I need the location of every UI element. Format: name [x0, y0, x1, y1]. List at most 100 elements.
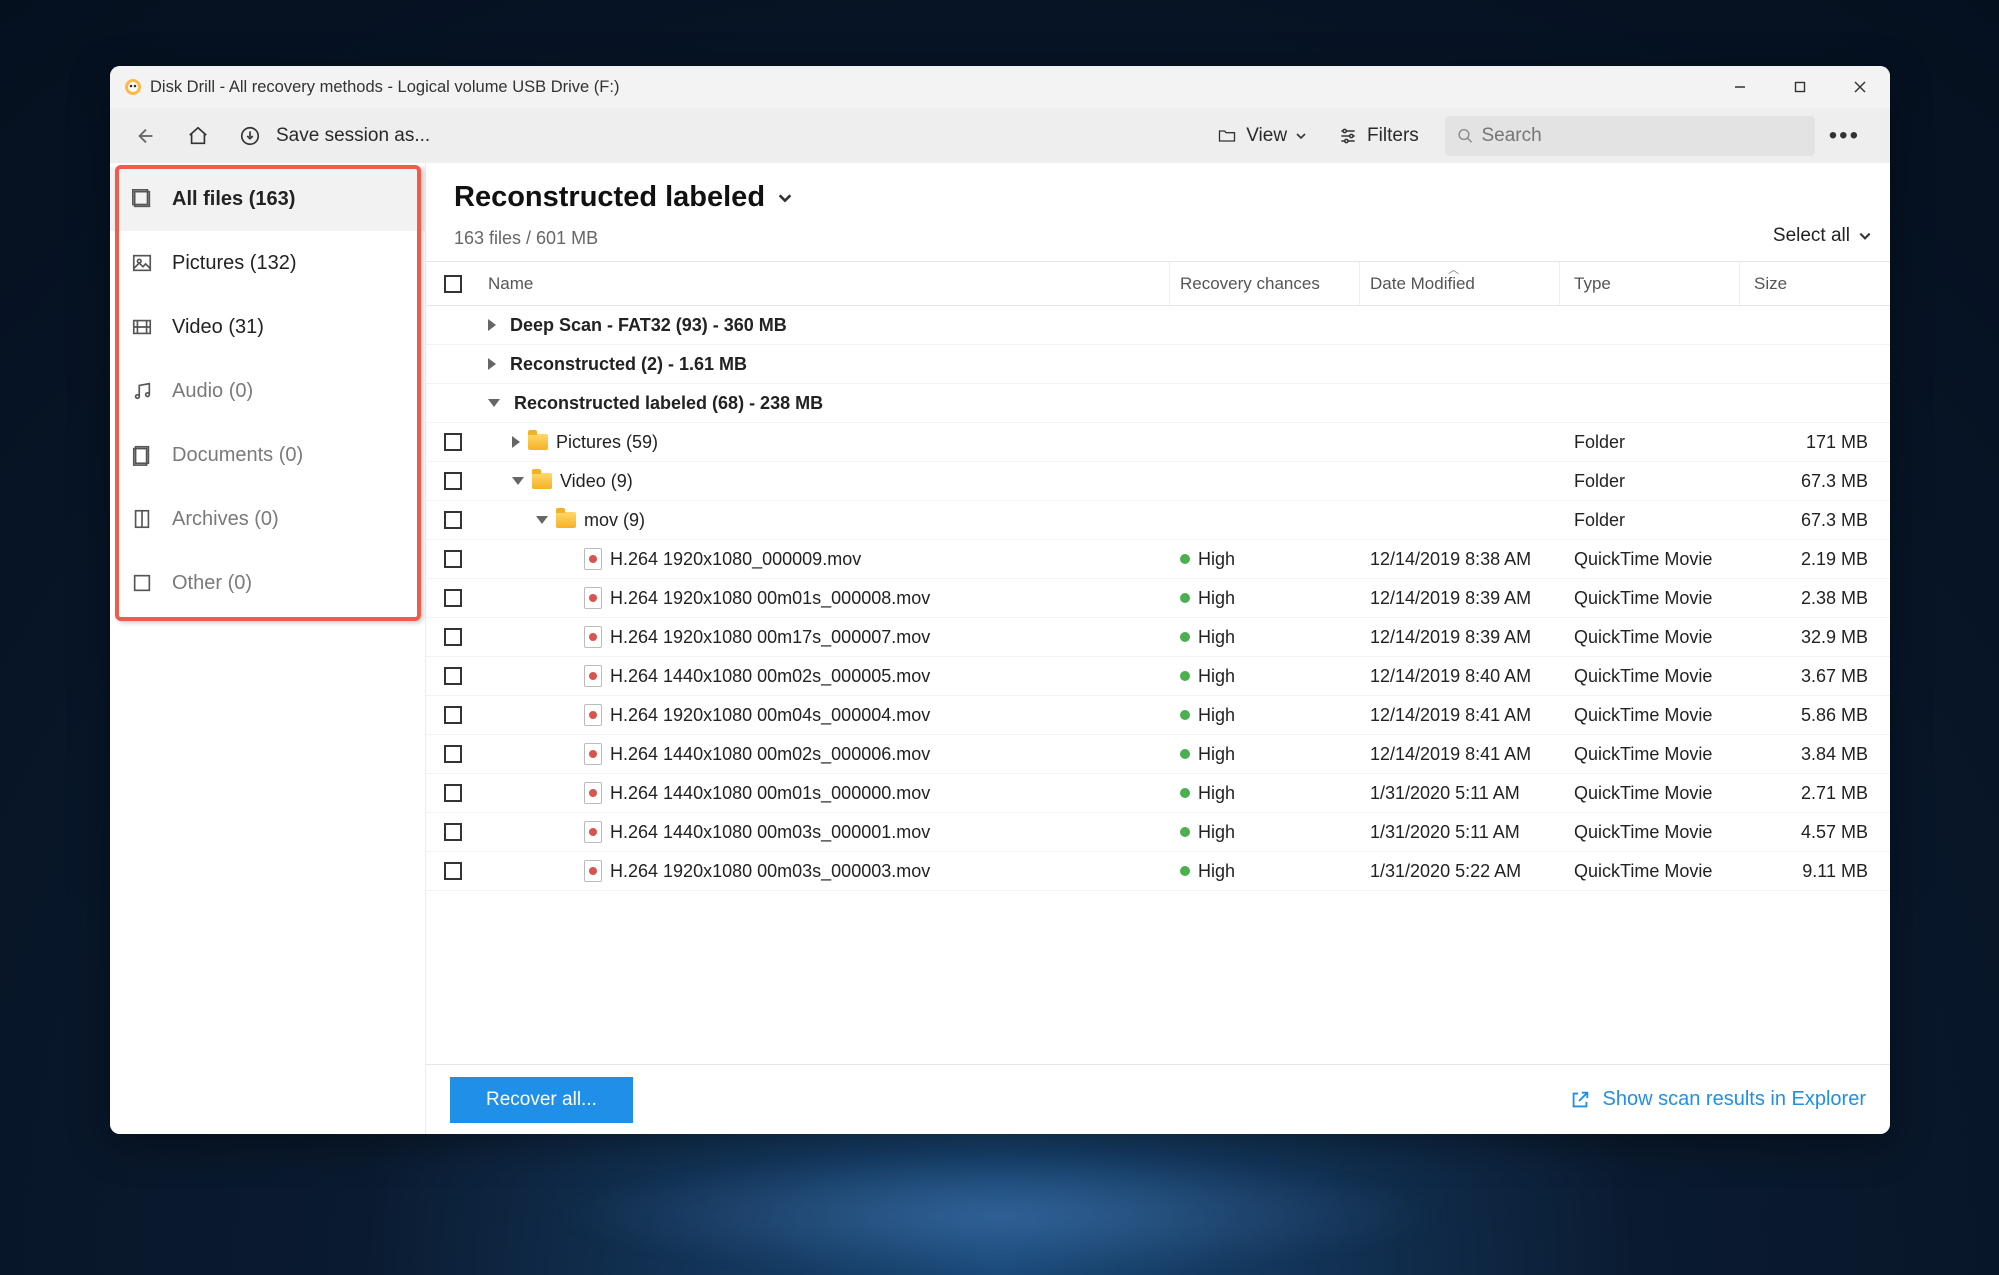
- file-list: Deep Scan - FAT32 (93) - 360 MB Reconstr…: [426, 306, 1890, 891]
- group-row[interactable]: Reconstructed (2) - 1.61 MB: [426, 345, 1890, 384]
- recovery-chance: High: [1198, 822, 1235, 843]
- select-all-dropdown[interactable]: Select all: [1773, 225, 1890, 247]
- row-size: 9.11 MB: [1740, 861, 1890, 882]
- sidebar-item-label: Pictures (132): [172, 252, 297, 275]
- sidebar-item-video[interactable]: Video (31): [110, 295, 425, 359]
- group-row[interactable]: Reconstructed labeled (68) - 238 MB: [426, 384, 1890, 423]
- expand-toggle-icon[interactable]: [512, 436, 520, 448]
- row-type: Folder: [1560, 471, 1740, 492]
- row-checkbox[interactable]: [444, 667, 462, 685]
- row-checkbox[interactable]: [444, 433, 462, 451]
- file-row[interactable]: H.264 1440x1080 00m02s_000005.mov High 1…: [426, 657, 1890, 696]
- folder-row[interactable]: mov (9) Folder 67.3 MB: [426, 501, 1890, 540]
- recovery-chance: High: [1198, 549, 1235, 570]
- row-checkbox[interactable]: [444, 784, 462, 802]
- home-button[interactable]: [178, 116, 218, 156]
- row-checkbox[interactable]: [444, 550, 462, 568]
- sliders-icon: [1337, 126, 1359, 146]
- sidebar-item-archive[interactable]: Archives (0): [110, 487, 425, 551]
- group-label: Deep Scan - FAT32 (93) - 360 MB: [510, 315, 787, 336]
- image-icon: [130, 251, 154, 275]
- file-row[interactable]: H.264 1440x1080 00m03s_000001.mov High 1…: [426, 813, 1890, 852]
- more-menu-button[interactable]: •••: [1815, 122, 1874, 150]
- archive-icon: [130, 507, 154, 531]
- folder-icon: [532, 473, 552, 489]
- doc-icon: [130, 443, 154, 467]
- column-name[interactable]: Name: [480, 262, 1170, 305]
- row-date: 1/31/2020 5:11 AM: [1360, 822, 1560, 843]
- expand-toggle-icon[interactable]: [488, 399, 500, 407]
- column-recovery[interactable]: Recovery chances: [1170, 262, 1360, 305]
- view-dropdown[interactable]: View: [1206, 119, 1317, 153]
- row-date: 12/14/2019 8:41 AM: [1360, 744, 1560, 765]
- sidebar: All files (163) Pictures (132) Video (31…: [110, 163, 426, 1134]
- row-type: QuickTime Movie: [1560, 783, 1740, 804]
- sidebar-item-label: Video (31): [172, 316, 264, 339]
- chevron-down-icon: [777, 190, 793, 206]
- close-button[interactable]: [1830, 66, 1890, 108]
- row-checkbox[interactable]: [444, 823, 462, 841]
- sidebar-item-image[interactable]: Pictures (132): [110, 231, 425, 295]
- chevron-down-icon: [1858, 229, 1872, 243]
- filters-button[interactable]: Filters: [1327, 119, 1429, 153]
- window-title: Disk Drill - All recovery methods - Logi…: [150, 78, 619, 97]
- minimize-button[interactable]: [1710, 66, 1770, 108]
- column-type[interactable]: Type: [1560, 262, 1740, 305]
- row-checkbox[interactable]: [444, 706, 462, 724]
- expand-toggle-icon[interactable]: [488, 358, 496, 370]
- expand-toggle-icon[interactable]: [488, 319, 496, 331]
- column-date[interactable]: ︿ Date Modified: [1360, 262, 1560, 305]
- recover-all-button[interactable]: Recover all...: [450, 1077, 633, 1123]
- row-checkbox[interactable]: [444, 628, 462, 646]
- file-name: H.264 1440x1080 00m01s_000000.mov: [610, 783, 930, 804]
- row-checkbox[interactable]: [444, 745, 462, 763]
- search-box[interactable]: [1445, 116, 1815, 156]
- save-session-label[interactable]: Save session as...: [276, 125, 430, 147]
- row-date: 1/31/2020 5:22 AM: [1360, 861, 1560, 882]
- maximize-button[interactable]: [1770, 66, 1830, 108]
- file-row[interactable]: H.264 1920x1080_000009.mov High 12/14/20…: [426, 540, 1890, 579]
- chevron-down-icon: [1295, 130, 1307, 142]
- save-session-icon[interactable]: [230, 116, 270, 156]
- expand-toggle-icon[interactable]: [536, 516, 548, 524]
- file-name: H.264 1920x1080 00m03s_000003.mov: [610, 861, 930, 882]
- view-label: View: [1246, 125, 1287, 147]
- row-checkbox[interactable]: [444, 589, 462, 607]
- section-heading[interactable]: Reconstructed labeled: [454, 181, 793, 214]
- video-file-icon: [584, 548, 602, 570]
- sidebar-item-label: All files (163): [172, 188, 295, 211]
- folder-row[interactable]: Video (9) Folder 67.3 MB: [426, 462, 1890, 501]
- status-dot-icon: [1180, 671, 1190, 681]
- file-row[interactable]: H.264 1920x1080 00m03s_000003.mov High 1…: [426, 852, 1890, 891]
- sidebar-item-label: Audio (0): [172, 380, 253, 403]
- folder-row[interactable]: Pictures (59) Folder 171 MB: [426, 423, 1890, 462]
- file-row[interactable]: H.264 1920x1080 00m17s_000007.mov High 1…: [426, 618, 1890, 657]
- row-size: 171 MB: [1740, 432, 1890, 453]
- row-checkbox[interactable]: [444, 862, 462, 880]
- back-button[interactable]: [126, 116, 166, 156]
- sidebar-item-other[interactable]: Other (0): [110, 551, 425, 615]
- search-input[interactable]: [1482, 125, 1803, 147]
- row-checkbox[interactable]: [444, 472, 462, 490]
- file-row[interactable]: H.264 1440x1080 00m02s_000006.mov High 1…: [426, 735, 1890, 774]
- file-name: H.264 1920x1080 00m01s_000008.mov: [610, 588, 930, 609]
- file-row[interactable]: H.264 1920x1080 00m04s_000004.mov High 1…: [426, 696, 1890, 735]
- file-row[interactable]: H.264 1440x1080 00m01s_000000.mov High 1…: [426, 774, 1890, 813]
- expand-toggle-icon[interactable]: [512, 477, 524, 485]
- row-type: QuickTime Movie: [1560, 549, 1740, 570]
- sidebar-item-doc[interactable]: Documents (0): [110, 423, 425, 487]
- folder-icon: [528, 434, 548, 450]
- sidebar-item-stack[interactable]: All files (163): [110, 167, 425, 231]
- show-in-explorer-link[interactable]: Show scan results in Explorer: [1569, 1088, 1866, 1111]
- titlebar: Disk Drill - All recovery methods - Logi…: [110, 66, 1890, 108]
- file-row[interactable]: H.264 1920x1080 00m01s_000008.mov High 1…: [426, 579, 1890, 618]
- column-size[interactable]: Size: [1740, 262, 1890, 305]
- select-all-checkbox[interactable]: [444, 275, 462, 293]
- recovery-chance: High: [1198, 783, 1235, 804]
- sidebar-item-label: Documents (0): [172, 444, 303, 467]
- row-type: QuickTime Movie: [1560, 588, 1740, 609]
- row-checkbox[interactable]: [444, 511, 462, 529]
- recovery-chance: High: [1198, 861, 1235, 882]
- sidebar-item-audio[interactable]: Audio (0): [110, 359, 425, 423]
- group-row[interactable]: Deep Scan - FAT32 (93) - 360 MB: [426, 306, 1890, 345]
